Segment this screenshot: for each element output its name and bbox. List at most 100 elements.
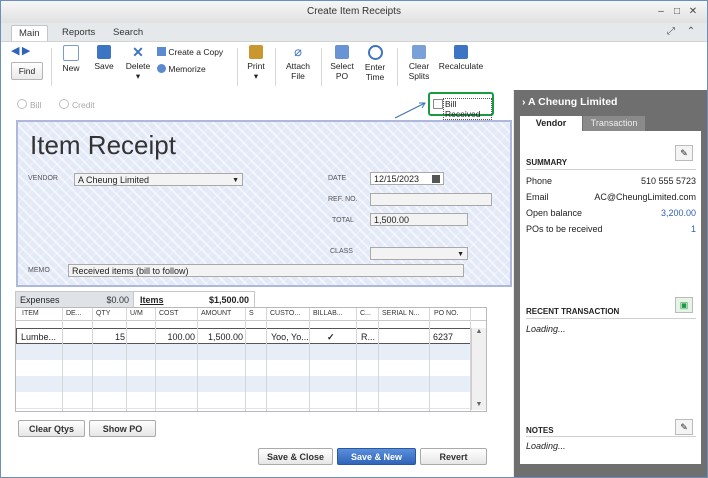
header-cost[interactable]: COST <box>159 310 193 317</box>
bill-radio[interactable]: Bill <box>17 99 41 110</box>
tab-main[interactable]: Main <box>11 25 48 42</box>
clear-qtys-button[interactable]: Clear Qtys <box>18 420 85 437</box>
next-arrow-icon[interactable]: ▶ <box>22 45 30 57</box>
vendor-label: VENDOR <box>28 175 58 182</box>
tab-transaction[interactable]: Transaction <box>583 116 645 131</box>
side-panel-title[interactable]: › A Cheung Limited <box>522 96 617 108</box>
chevron-down-icon[interactable]: ▼ <box>457 248 464 261</box>
header-po-no[interactable]: PO NO. <box>434 310 468 317</box>
total-label: TOTAL <box>332 217 354 224</box>
header-serial[interactable]: SERIAL N... <box>382 310 428 317</box>
enter-time-button[interactable]: Enter Time <box>362 45 388 82</box>
cell-customer[interactable]: Yoo, Yo... <box>271 332 309 342</box>
table-header: ITEM DE... QTY U/M COST AMOUNT S CUSTO..… <box>16 308 486 321</box>
open-balance-row: Open balance 3,200.00 <box>526 208 696 218</box>
column-divider <box>266 308 267 411</box>
item-receipt-form: Item Receipt VENDOR A Cheung Limited ▼ D… <box>16 120 512 287</box>
tab-vendor[interactable]: Vendor <box>520 116 582 131</box>
cell-item[interactable]: Lumbe... <box>21 332 56 342</box>
cell-qty[interactable]: 15 <box>97 332 125 342</box>
cell-amount[interactable]: 1,500.00 <box>203 332 243 342</box>
revert-button[interactable]: Revert <box>420 448 487 465</box>
notes-title: NOTES <box>526 426 554 435</box>
tab-items[interactable]: Items $1,500.00 <box>133 291 255 308</box>
collapse-ribbon-icon[interactable]: ⌃ <box>685 26 697 38</box>
column-divider <box>197 308 198 411</box>
bill-received-checkbox[interactable]: Bill Received <box>428 92 494 120</box>
new-transaction-icon[interactable]: ▣ <box>675 297 693 313</box>
chevron-down-icon[interactable]: ▼ <box>232 174 239 187</box>
recalculate-button[interactable]: Recalculate <box>438 45 484 71</box>
header-billable[interactable]: BILLAB... <box>313 310 355 317</box>
credit-radio[interactable]: Credit <box>59 99 95 110</box>
table-row[interactable] <box>16 360 486 377</box>
column-divider <box>356 308 357 411</box>
maximize-icon[interactable]: □ <box>671 6 683 18</box>
cell-cost[interactable]: 100.00 <box>157 332 195 342</box>
chevron-right-icon[interactable]: › <box>522 96 526 108</box>
header-amount[interactable]: AMOUNT <box>201 310 241 317</box>
radio-dot-icon <box>17 99 27 109</box>
tab-search[interactable]: Search <box>106 25 150 41</box>
pos-row: POs to be received 1 <box>526 224 696 234</box>
column-divider <box>429 308 430 411</box>
select-po-button[interactable]: Select PO <box>328 45 356 81</box>
header-qty[interactable]: QTY <box>96 310 124 317</box>
header-class[interactable]: C... <box>360 310 376 317</box>
clear-splits-button[interactable]: Clear Splits <box>405 45 433 81</box>
header-item[interactable]: ITEM <box>22 310 60 317</box>
pos-link[interactable]: 1 <box>691 224 696 234</box>
cell-class[interactable]: R... <box>361 332 375 342</box>
memo-field[interactable]: Received items (bill to follow) <box>68 264 464 277</box>
table-scrollbar[interactable]: ▲ ▼ <box>471 328 486 410</box>
table-row[interactable] <box>16 376 486 393</box>
scroll-up-icon[interactable]: ▲ <box>472 328 486 335</box>
close-icon[interactable]: ✕ <box>687 6 699 18</box>
notes-edit-icon[interactable]: ✎ <box>675 419 693 435</box>
header-description[interactable]: DE... <box>66 310 92 317</box>
paperclip-icon: ⌀ <box>294 44 302 59</box>
table-row[interactable] <box>16 392 486 409</box>
show-po-button[interactable]: Show PO <box>89 420 156 437</box>
find-button[interactable]: Find <box>11 62 43 80</box>
prev-arrow-icon[interactable]: ◀ <box>11 45 19 57</box>
save-close-button[interactable]: Save & Close <box>258 448 333 465</box>
cell-po-no[interactable]: 6237 <box>433 332 453 342</box>
new-button[interactable]: New <box>59 45 83 73</box>
prev-next-arrows[interactable]: ◀ ▶ <box>11 45 30 57</box>
new-document-icon <box>63 45 79 61</box>
edit-pencil-icon[interactable]: ✎ <box>675 145 693 161</box>
billable-checkbox[interactable]: ✓ <box>327 332 335 343</box>
print-button[interactable]: Print ▾ <box>245 45 267 81</box>
save-button[interactable]: Save <box>92 45 116 71</box>
header-s[interactable]: S <box>249 310 259 317</box>
tab-expenses[interactable]: Expenses $0.00 <box>15 291 135 308</box>
memorize-button[interactable]: Memorize <box>157 64 206 74</box>
calculator-icon <box>454 45 468 59</box>
minimize-icon[interactable]: – <box>655 6 667 18</box>
class-dropdown[interactable]: ▼ <box>370 247 468 260</box>
divider <box>526 318 696 319</box>
table-row[interactable] <box>16 344 486 361</box>
toolbar-divider <box>51 48 52 86</box>
scroll-down-icon[interactable]: ▼ <box>472 401 486 408</box>
open-balance-link[interactable]: 3,200.00 <box>661 208 696 218</box>
expand-icon[interactable]: ⤢ <box>665 26 677 38</box>
header-customer[interactable]: CUSTO... <box>270 310 310 317</box>
title-bar: Create Item Receipts – □ ✕ <box>1 1 707 24</box>
copy-icon <box>157 47 166 56</box>
vendor-dropdown[interactable]: A Cheung Limited ▼ <box>74 173 243 186</box>
attach-file-button[interactable]: ⌀ Attach File <box>284 44 312 82</box>
save-new-button[interactable]: Save & New <box>337 448 416 465</box>
delete-button[interactable]: ✕ Delete ▾ <box>124 45 152 81</box>
tab-reports[interactable]: Reports <box>55 25 102 41</box>
header-um[interactable]: U/M <box>130 310 152 317</box>
annotation-arrow-icon <box>394 102 426 119</box>
email-row: Email AC@CheungLimited.com <box>526 192 696 202</box>
checkbox-icon[interactable] <box>433 99 443 109</box>
table-row[interactable]: Lumbe... 15 100.00 1,500.00 Yoo, Yo... ✓… <box>16 328 486 344</box>
ref-no-field[interactable] <box>370 193 492 206</box>
create-copy-button[interactable]: Create a Copy <box>157 47 223 57</box>
date-field[interactable]: 12/15/2023 <box>370 172 444 185</box>
calendar-icon[interactable] <box>432 175 440 183</box>
